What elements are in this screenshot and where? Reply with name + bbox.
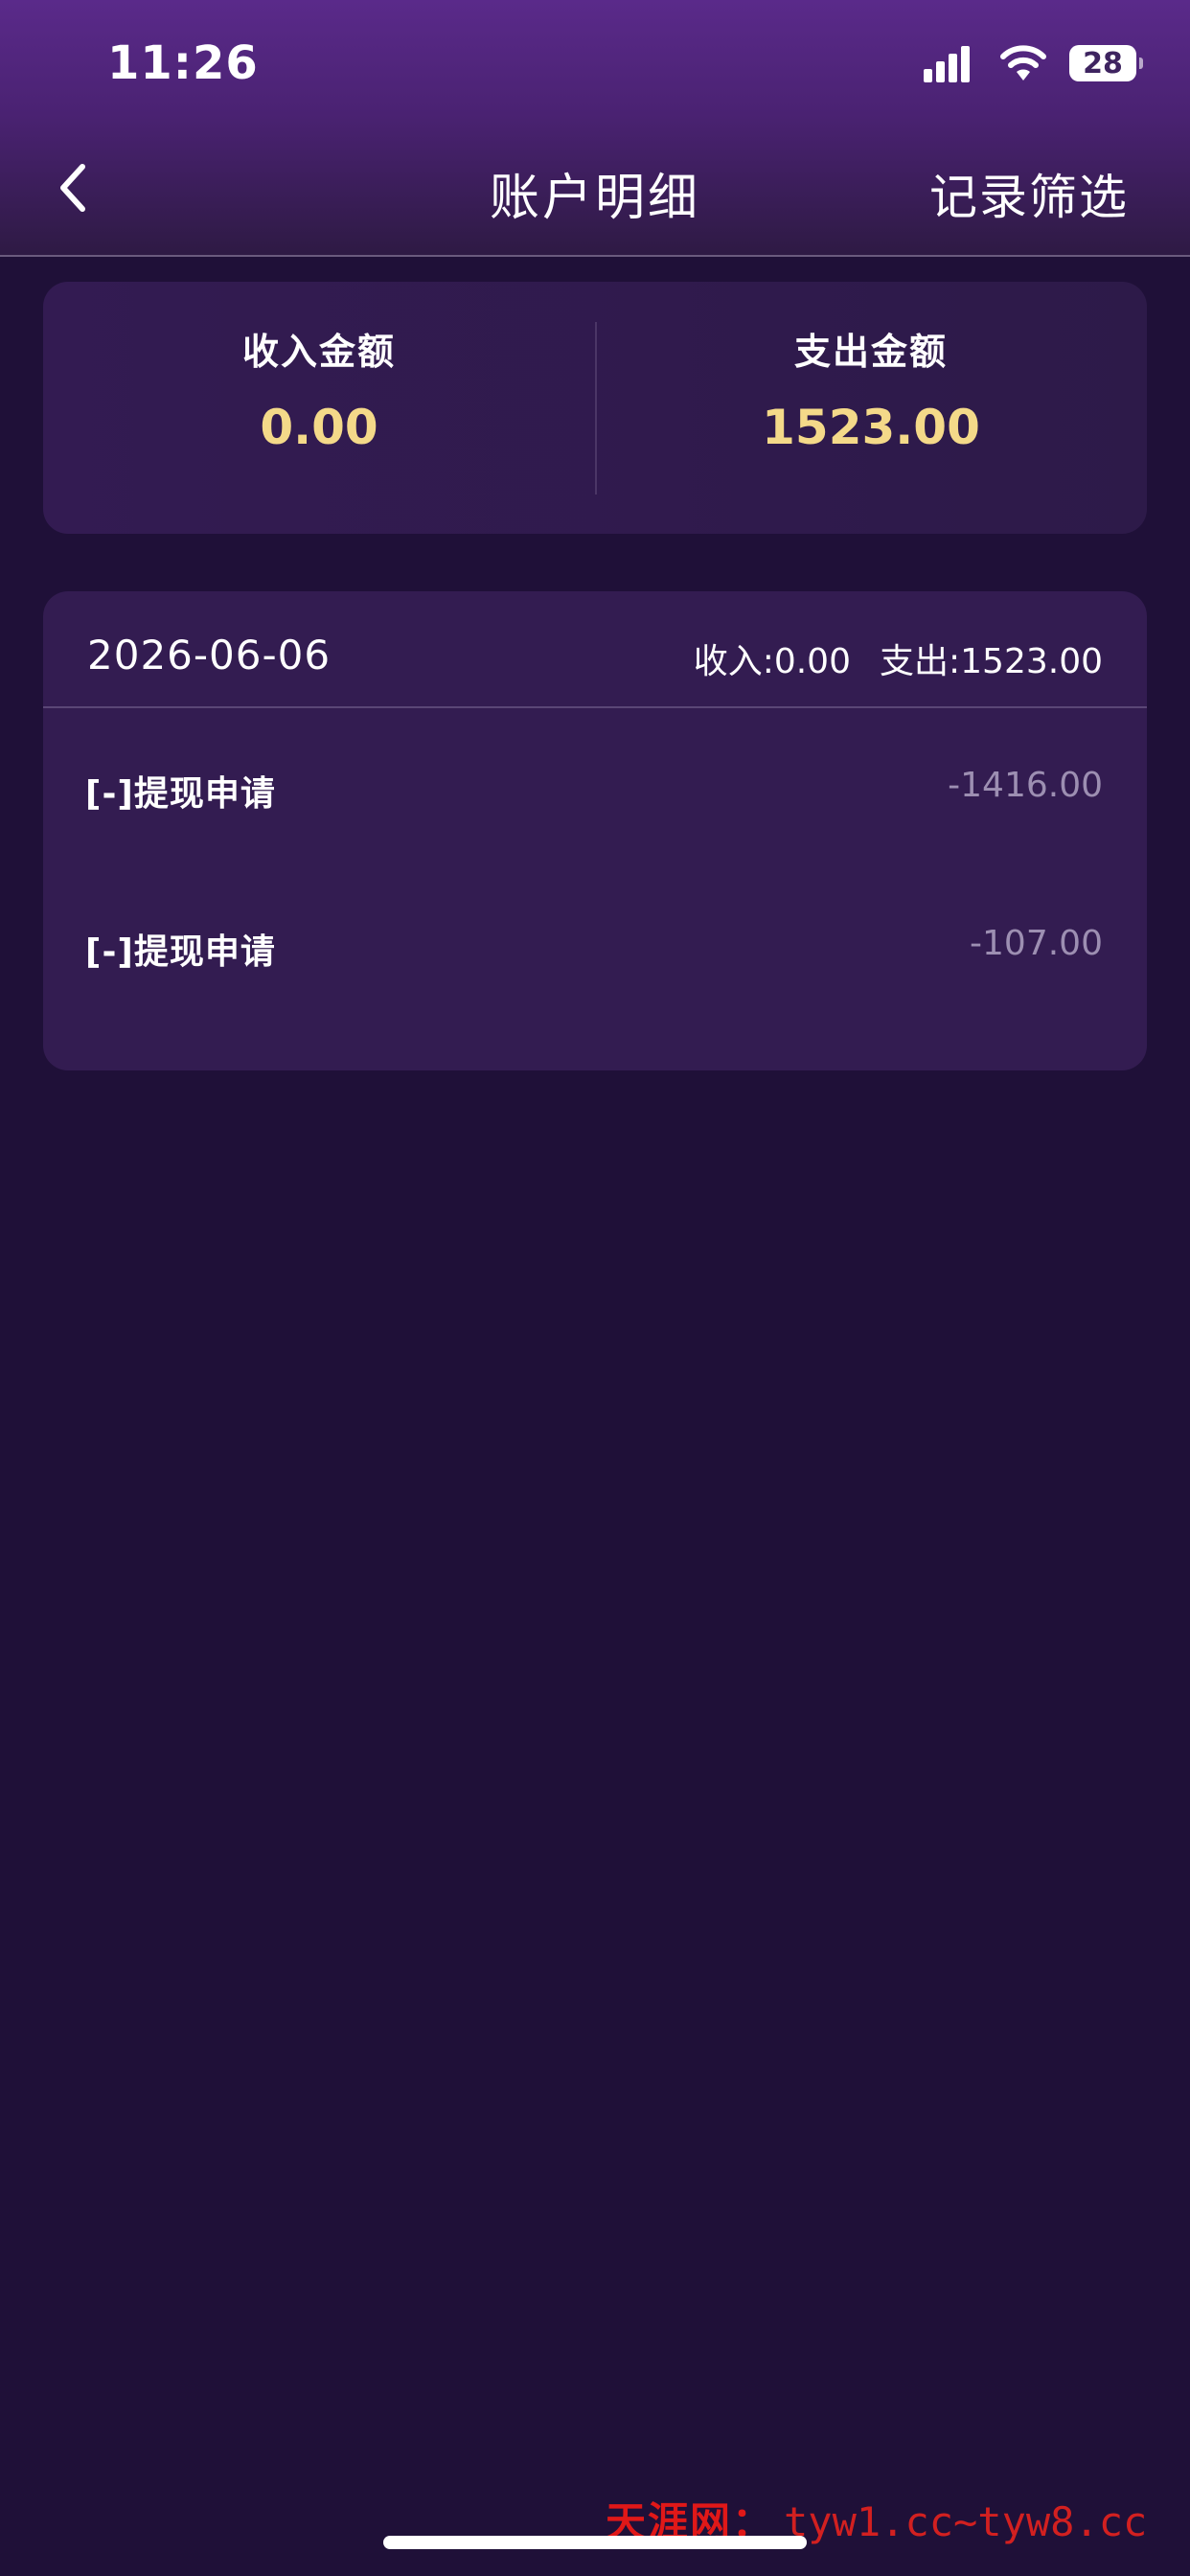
record-amount: -1416.00 xyxy=(948,766,1103,805)
record-date: 2026-06-06 xyxy=(87,632,332,678)
watermark-url: tyw1.cc~tyw8.cc xyxy=(784,2498,1148,2545)
list-item[interactable]: [-]提现申请 -107.00 xyxy=(43,866,1147,1024)
income-summary: 收入金额 0.00 xyxy=(43,282,595,534)
header: 11:26 28 账户明细 记录筛选 xyxy=(0,0,1190,257)
record-card: 2026-06-06 收入:0.00 支出:1523.00 [-]提现申请 -1… xyxy=(43,591,1147,1070)
list-item[interactable]: [-]提现申请 -1416.00 xyxy=(43,708,1147,866)
record-amount: -107.00 xyxy=(970,924,1103,963)
expense-summary: 支出金额 1523.00 xyxy=(595,282,1147,534)
income-value: 0.00 xyxy=(260,400,378,455)
record-date-header: 2026-06-06 收入:0.00 支出:1523.00 xyxy=(43,591,1147,708)
home-indicator[interactable] xyxy=(383,2536,807,2549)
record-day-summary: 收入:0.00 支出:1523.00 xyxy=(665,633,1103,683)
expense-value: 1523.00 xyxy=(762,400,980,455)
battery-icon: 28 xyxy=(1069,45,1143,81)
day-income-summary: 收入:0.00 xyxy=(693,642,851,681)
wifi-icon xyxy=(1000,45,1046,80)
status-icons: 28 xyxy=(924,42,1143,84)
record-title: [-]提现申请 xyxy=(85,932,276,972)
summary-card: 收入金额 0.00 支出金额 1523.00 xyxy=(43,282,1147,534)
status-time: 11:26 xyxy=(107,36,259,90)
record-filter-button[interactable]: 记录筛选 xyxy=(929,159,1129,228)
record-title: [-]提现申请 xyxy=(85,774,276,814)
battery-level: 28 xyxy=(1083,46,1123,80)
expense-label: 支出金额 xyxy=(793,331,948,373)
income-label: 收入金额 xyxy=(241,331,396,373)
signal-icon xyxy=(924,44,973,82)
day-expense-summary: 支出:1523.00 xyxy=(880,642,1103,681)
